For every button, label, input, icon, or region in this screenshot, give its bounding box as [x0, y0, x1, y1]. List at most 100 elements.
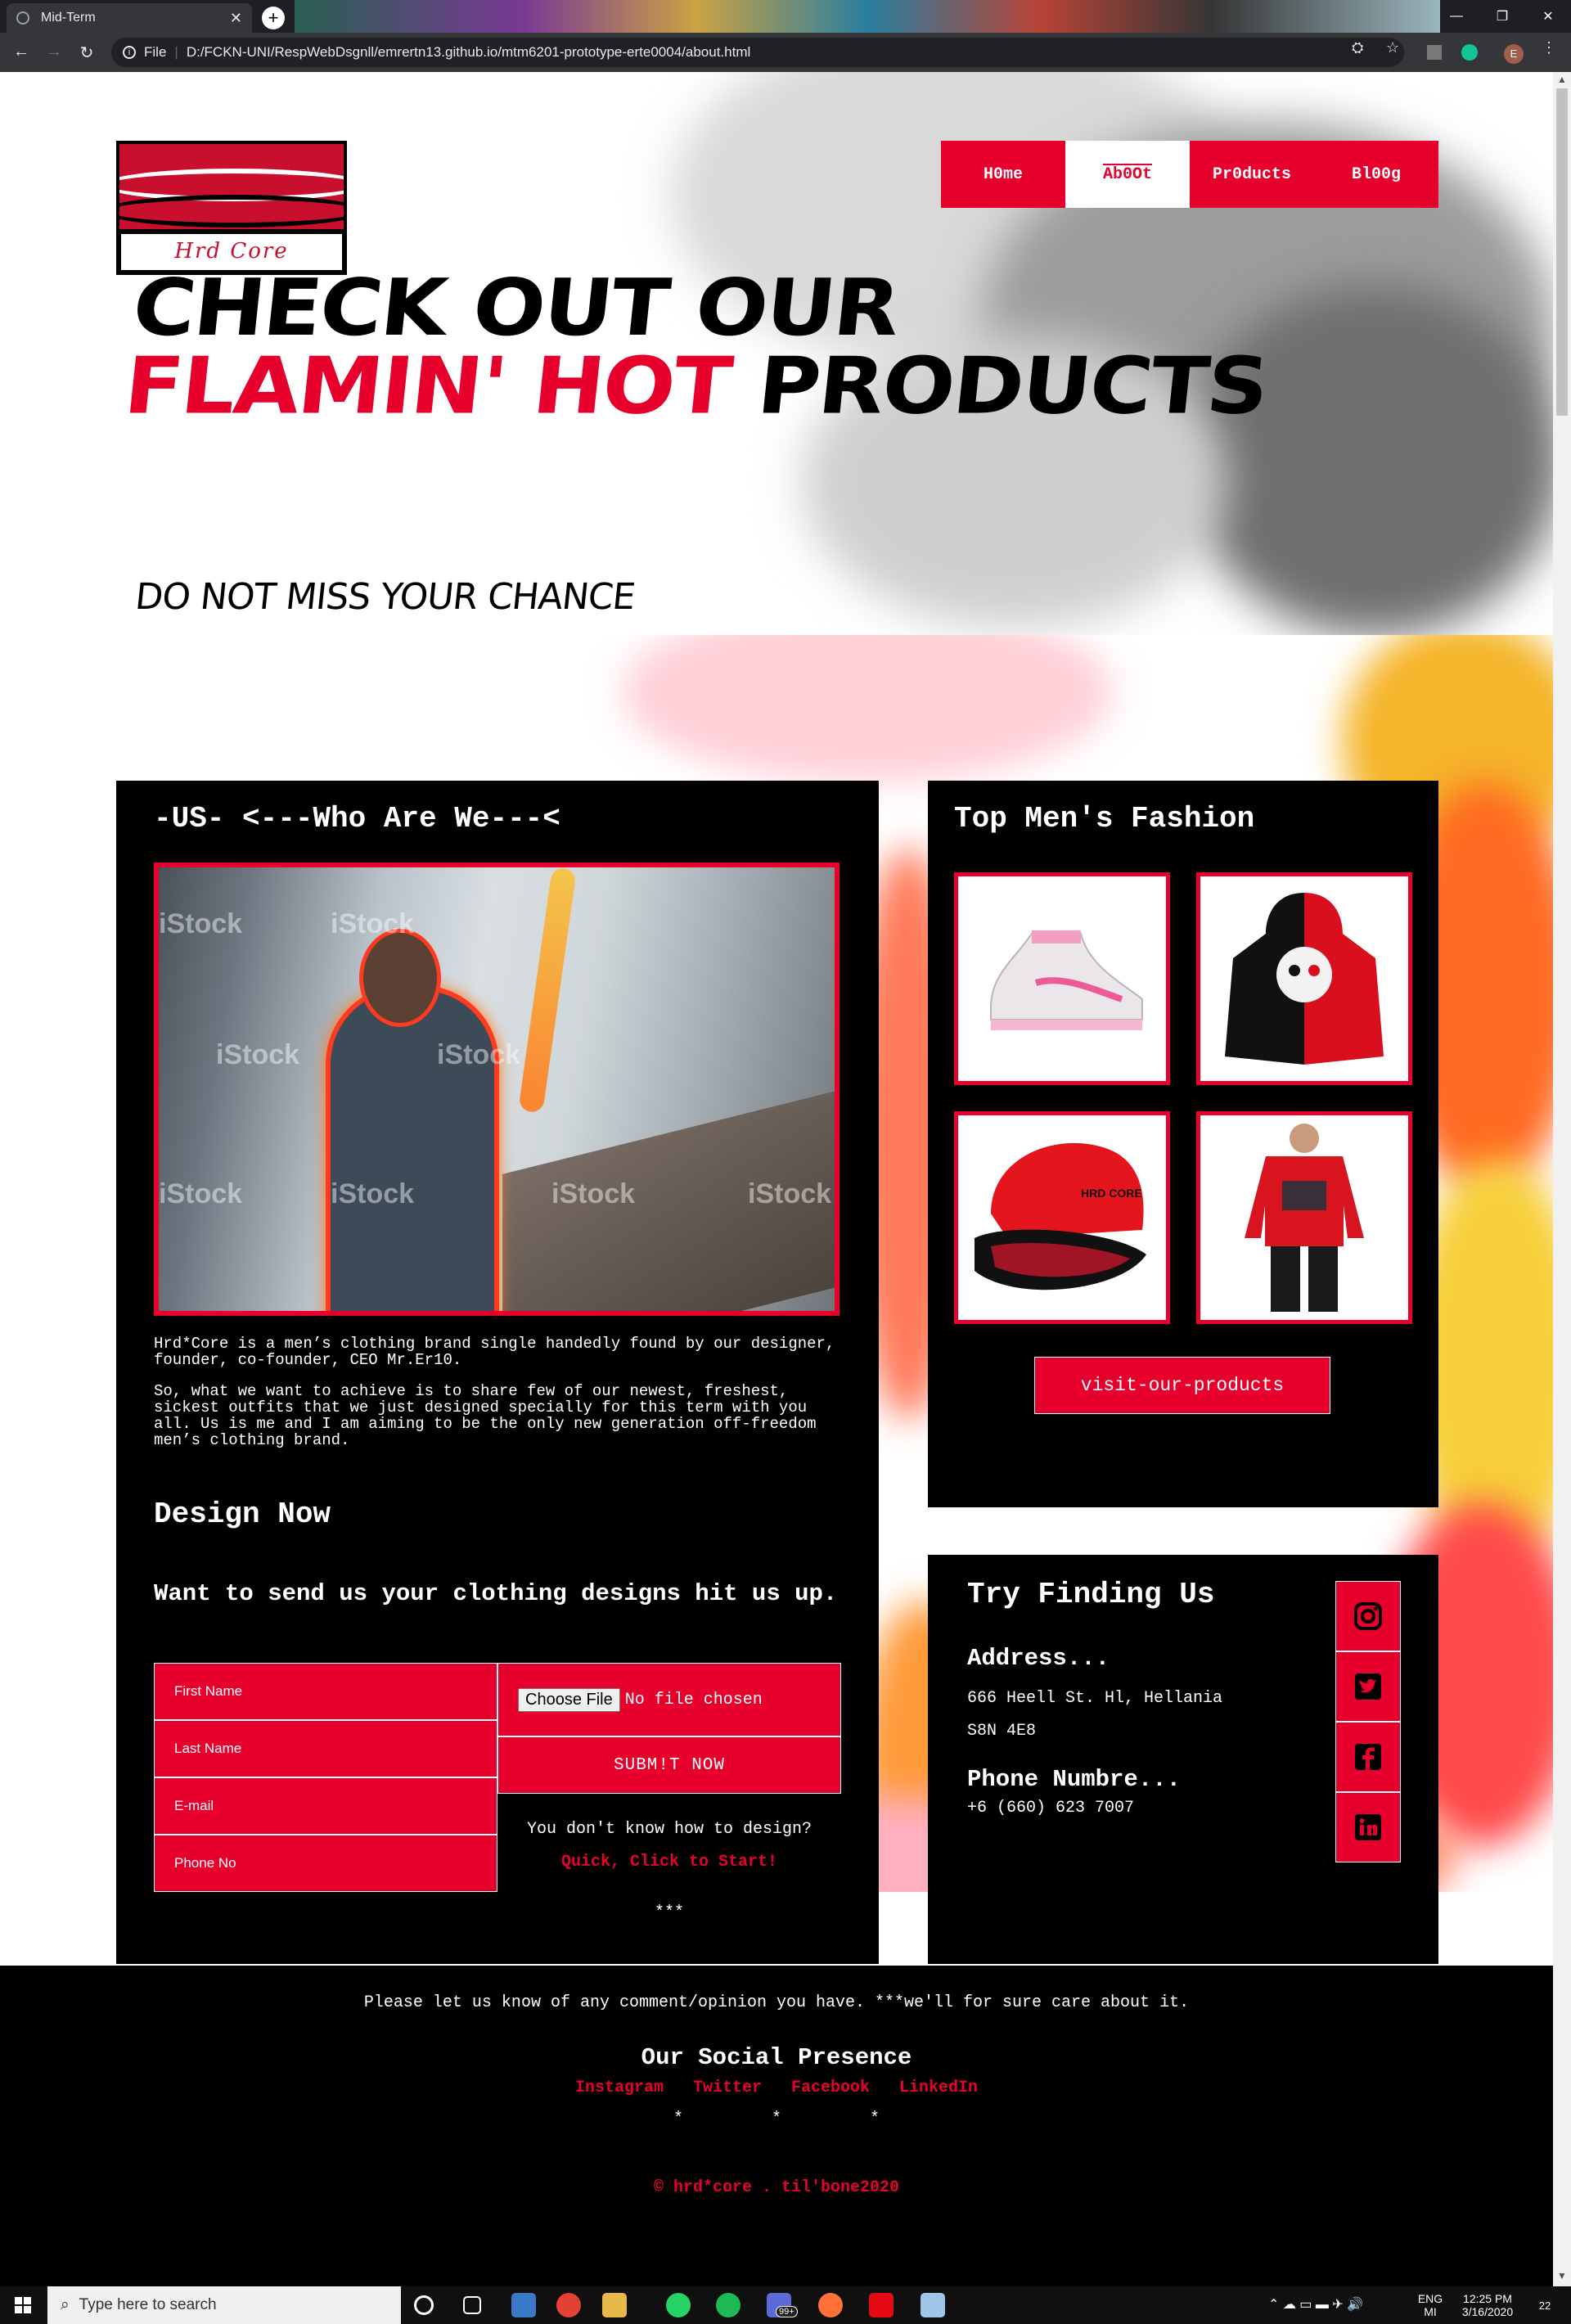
design-title: Design Now	[154, 1498, 331, 1531]
footer-link-twitter[interactable]: Twitter	[693, 2079, 762, 2097]
decorative-stars: ***	[654, 1903, 684, 1922]
globe-icon	[16, 11, 29, 25]
product-split-hoodie[interactable]	[1196, 872, 1412, 1085]
hero-line-2-red: FLAMIN' HOT	[120, 340, 736, 432]
phone-field[interactable]: Phone No	[154, 1835, 497, 1892]
watermark-text: iStock	[159, 908, 243, 939]
page-footer: Please let us know of any comment/opinio…	[0, 1966, 1553, 2286]
lang-primary: ENG	[1417, 2292, 1443, 2305]
email-field[interactable]: E-mail	[154, 1777, 497, 1835]
file-upload: Choose File No file chosen	[497, 1663, 841, 1736]
system-tray-icons[interactable]: ⌃ ☁ ▭ ▬ ✈ 🔊	[1268, 2286, 1363, 2324]
about-card: -US- <---Who Are We---< iStock iStock iS…	[116, 781, 879, 1964]
footer-social-links: Instagram Twitter Facebook LinkedIn	[0, 2079, 1553, 2097]
red-hoodie-image	[1245, 1124, 1364, 1312]
action-center[interactable]: 22	[1528, 2286, 1561, 2324]
linkedin-icon	[1355, 1814, 1381, 1840]
footer-message: Please let us know of any comment/opinio…	[363, 1993, 1190, 2012]
address-line-1: 666 Heell St. Hl, Hellania	[967, 1689, 1223, 1708]
taskbar-search[interactable]: ⌕ Type here to search	[47, 2286, 401, 2324]
instagram-button[interactable]	[1335, 1581, 1401, 1651]
browser-tab-strip: Mid-Term ✕ + — ❐ ✕	[0, 0, 1571, 33]
address-bar[interactable]: i File | D:/FCKN-UNI/RespWebDsgnll/emrer…	[111, 38, 1404, 67]
product-red-hoodie[interactable]	[1196, 1111, 1412, 1324]
store-icon[interactable]	[511, 2293, 536, 2317]
app-icon[interactable]	[921, 2293, 945, 2317]
fashion-card: Top Men's Fashion HRD CORE visit-our-pro…	[928, 781, 1438, 1507]
choose-file-button[interactable]: Choose File	[518, 1687, 620, 1712]
watermark-text: iStock	[551, 1178, 636, 1209]
language-indicator[interactable]: ENG MI	[1414, 2286, 1447, 2324]
watermark-text: iStock	[748, 1178, 832, 1209]
facebook-button[interactable]	[1335, 1722, 1401, 1792]
scroll-up-icon[interactable]: ▲	[1553, 74, 1571, 85]
restore-button[interactable]: ❐	[1479, 0, 1525, 33]
lang-secondary: MI	[1424, 2305, 1437, 2318]
clock-time: 12:25 PM	[1463, 2292, 1512, 2305]
file-explorer-icon[interactable]	[602, 2293, 627, 2317]
instagram-icon	[1354, 1602, 1382, 1630]
whatsapp-icon[interactable]	[666, 2293, 691, 2317]
reload-icon[interactable]: ↻	[77, 43, 97, 63]
page-scrollbar[interactable]: ▲ ▼	[1553, 72, 1571, 2286]
windows-taskbar: ⌕ Type here to search 99+ ⌃ ☁ ▭ ▬ ✈ 🔊 EN…	[0, 2286, 1571, 2324]
browser-tab[interactable]: Mid-Term ✕	[7, 3, 252, 33]
visit-products-button[interactable]: visit-our-products	[1034, 1357, 1330, 1414]
nav-blog[interactable]: Bl00g	[1314, 141, 1438, 208]
scroll-thumb[interactable]	[1556, 88, 1568, 416]
about-title: -US- <---Who Are We---<	[154, 802, 560, 835]
facebook-icon	[1355, 1744, 1381, 1770]
sneaker-image	[990, 930, 1143, 1030]
menu-dots-icon[interactable]: ⋮	[1542, 39, 1556, 56]
profile-avatar[interactable]: E	[1504, 44, 1524, 64]
footer-social-title: Our Social Presence	[641, 2044, 912, 2071]
back-icon[interactable]: ←	[11, 43, 31, 61]
clock[interactable]: 12:25 PM 3/16/2020	[1453, 2286, 1522, 2324]
about-paragraph-1: Hrd*Core is a men’s clothing brand singl…	[154, 1335, 835, 1369]
scroll-down-icon[interactable]: ▼	[1553, 2270, 1571, 2281]
bookmark-star-icon[interactable]: ☆	[1386, 39, 1399, 56]
footer-link-instagram[interactable]: Instagram	[575, 2079, 664, 2097]
nav-home[interactable]: H0me	[941, 141, 1065, 208]
hero-line-1: CHECK OUT OUR	[128, 261, 903, 354]
main-nav: H0me Ab0Ot Pr0ducts Bl00g	[941, 141, 1438, 208]
web-page: Hrd Core H0me Ab0Ot Pr0ducts Bl00g CHECK…	[0, 72, 1553, 2286]
brand-logo[interactable]: Hrd Core	[116, 141, 347, 275]
clock-date: 3/16/2020	[1461, 2305, 1514, 2318]
close-tab-icon[interactable]: ✕	[230, 10, 242, 27]
nav-products[interactable]: Pr0ducts	[1190, 141, 1314, 208]
logo-artwork	[119, 144, 344, 229]
new-tab-button[interactable]: +	[262, 7, 285, 29]
product-sneaker[interactable]	[954, 872, 1170, 1085]
extension-icon[interactable]	[1427, 45, 1442, 60]
chrome-icon[interactable]	[556, 2293, 581, 2317]
twitter-icon	[1355, 1673, 1381, 1700]
cap-text: HRD CORE	[1081, 1187, 1142, 1200]
copyright: © hrd*core . til'bone2020	[653, 2178, 900, 2197]
linkedin-button[interactable]	[1335, 1792, 1401, 1862]
firefox-icon[interactable]	[818, 2293, 843, 2317]
netflix-icon[interactable]	[869, 2293, 894, 2317]
contact-card: Try Finding Us Address... 666 Heell St. …	[928, 1555, 1438, 1964]
minimize-button[interactable]: —	[1434, 0, 1479, 33]
task-view-icon[interactable]	[463, 2296, 481, 2314]
nav-about[interactable]: Ab0Ot	[1065, 141, 1190, 208]
forward-icon[interactable]: →	[44, 43, 64, 61]
hero-line-2-black: PRODUCTS	[753, 340, 1272, 432]
grammarly-icon[interactable]	[1461, 44, 1478, 61]
last-name-field[interactable]: Last Name	[154, 1720, 497, 1777]
footer-link-linkedin[interactable]: LinkedIn	[899, 2079, 978, 2097]
info-icon[interactable]: i	[123, 46, 136, 59]
design-start-link[interactable]: Quick, Click to Start!	[497, 1853, 841, 1871]
footer-link-facebook[interactable]: Facebook	[791, 2079, 870, 2097]
spotify-icon[interactable]	[716, 2293, 740, 2317]
cortana-icon[interactable]	[414, 2295, 434, 2315]
translate-icon[interactable]: ⛭	[1352, 39, 1363, 56]
hero-section: Hrd Core H0me Ab0Ot Pr0ducts Bl00g CHECK…	[0, 72, 1553, 635]
product-snapback-cap[interactable]: HRD CORE	[954, 1111, 1170, 1324]
windows-start-icon[interactable]	[15, 2297, 31, 2313]
close-window-button[interactable]: ✕	[1525, 0, 1571, 33]
twitter-button[interactable]	[1335, 1651, 1401, 1722]
first-name-field[interactable]: First Name	[154, 1663, 497, 1720]
submit-button[interactable]: SUBM!T NOW	[497, 1736, 841, 1794]
